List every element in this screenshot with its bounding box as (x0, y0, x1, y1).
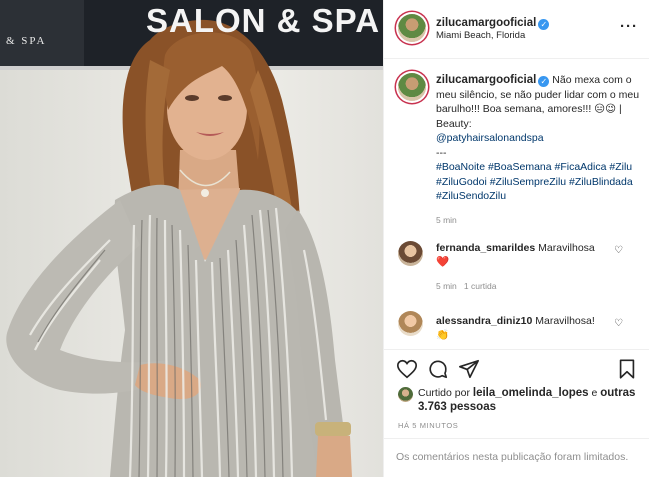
salon-sign-small-text: & SPA (6, 35, 47, 47)
verified-badge-icon: ✓ (538, 19, 550, 30)
salon-sign-text: SALON & SPA (146, 2, 381, 39)
comment-meta: 5 min 1 curtida (436, 281, 497, 291)
verified-badge-icon: ✓ (538, 76, 550, 87)
author-avatar[interactable] (398, 14, 426, 42)
post-location[interactable]: Miami Beach, Florida (436, 30, 525, 41)
comment-username[interactable]: alessandra_diniz10 (436, 315, 532, 327)
comment-emoji: ❤️ (436, 256, 450, 268)
comment-time[interactable]: 5 min (436, 281, 457, 291)
comment-item: alessandra_diniz10 Maravilhosa! 👏 (436, 314, 621, 342)
comments-section: zilucamargooficial ✓ Não mexa com o meu s… (384, 59, 649, 348)
post-header: zilucamargooficial ✓ Miami Beach, Florida… (384, 0, 649, 59)
comment-likes[interactable]: 1 curtida (464, 281, 497, 291)
post-details-panel: zilucamargooficial ✓ Miami Beach, Florida… (383, 0, 649, 477)
heart-outline-icon[interactable]: ♡ (614, 318, 623, 329)
comment-username[interactable]: fernanda_smarildes (436, 242, 535, 254)
post-photo[interactable]: SALON & SPA & SPA (0, 0, 383, 477)
caption-separator: --- (436, 146, 447, 159)
comment-emoji: 👏 (436, 329, 450, 341)
share-icon[interactable] (458, 358, 480, 380)
comment-icon[interactable] (427, 358, 449, 380)
caption-hashtags[interactable]: #BoaNoite #BoaSemana #FicaAdica #Zilu #Z… (436, 161, 633, 202)
liked-by-avatar[interactable] (398, 387, 413, 402)
post-caption: zilucamargooficial ✓ Não mexa com o meu s… (436, 73, 642, 227)
liked-by-text: Curtido por leila_omelinda_lopes e outra… (418, 386, 640, 414)
photo-illustration (0, 0, 383, 477)
posted-time[interactable]: HÁ 5 MINUTOS (398, 421, 458, 430)
author-name-row: zilucamargooficial ✓ (436, 13, 550, 31)
liked-by-user[interactable]: leila_omelinda_lopes (473, 387, 589, 399)
instagram-post: SALON & SPA & SPA zilucamargooficial ✓ Mi… (0, 0, 649, 477)
caption-mention[interactable]: @patyhairsalonandspa (436, 132, 544, 144)
ellipsis-icon[interactable]: ··· (620, 18, 638, 35)
caption-username[interactable]: zilucamargooficial (436, 74, 536, 86)
commenter-avatar[interactable] (398, 241, 423, 266)
comment-text: Maravilhosa! (535, 315, 595, 327)
comments-limited-notice: Os comentários nesta publicação foram li… (384, 438, 649, 477)
caption-avatar[interactable] (398, 73, 426, 101)
commenter-avatar[interactable] (398, 311, 423, 336)
author-username[interactable]: zilucamargooficial (436, 17, 536, 29)
caption-time[interactable]: 5 min (436, 213, 642, 228)
comment-text: Maravilhosa (538, 242, 595, 254)
post-actions: Curtido por leila_omelinda_lopes e outra… (384, 349, 649, 430)
liked-by-prefix: Curtido por (418, 387, 470, 399)
bookmark-icon[interactable] (616, 358, 638, 380)
liked-by-middle: e (591, 387, 598, 399)
heart-icon[interactable] (396, 358, 418, 380)
comment-item: fernanda_smarildes Maravilhosa ❤️ (436, 241, 621, 269)
heart-outline-icon[interactable]: ♡ (614, 245, 623, 256)
